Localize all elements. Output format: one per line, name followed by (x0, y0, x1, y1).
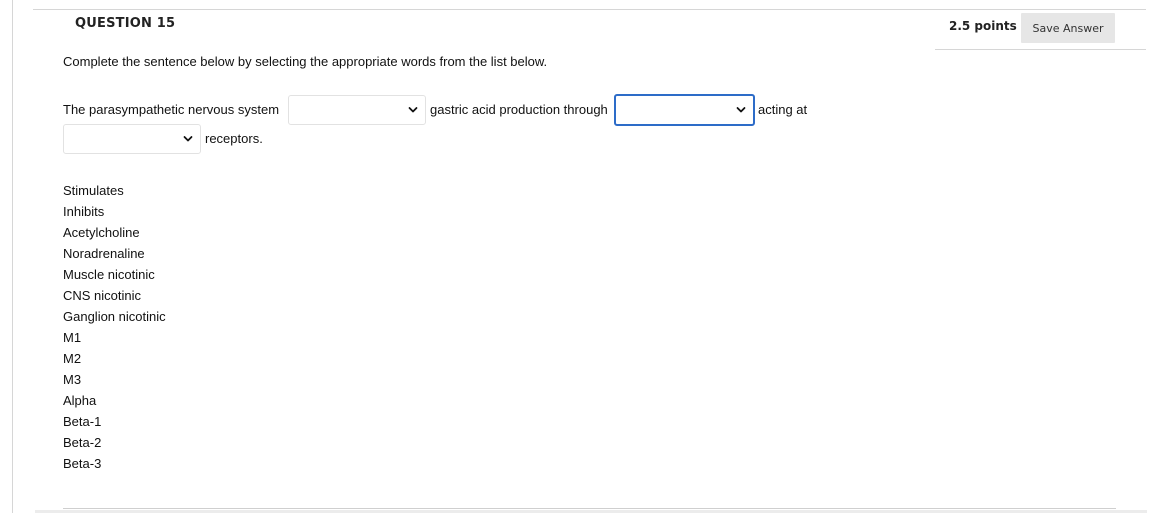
chevron-down-icon (736, 107, 746, 113)
list-item: Ganglion nicotinic (63, 309, 166, 324)
list-item: Stimulates (63, 183, 124, 198)
list-item: Noradrenaline (63, 246, 145, 261)
list-item: Beta-3 (63, 456, 102, 471)
sentence-part-1: The parasympathetic nervous system (63, 102, 280, 117)
word-bank-list: Stimulates Inhibits Acetylcholine Noradr… (63, 180, 166, 474)
list-item: Inhibits (63, 204, 105, 219)
list-item: M1 (63, 330, 82, 345)
sentence-part-4: receptors. (205, 131, 263, 146)
points-label: 2.5 points (949, 19, 1017, 33)
sentence-part-3: acting at (758, 102, 808, 117)
list-item: M3 (63, 372, 82, 387)
list-item: M2 (63, 351, 82, 366)
answer-select-1[interactable] (288, 95, 426, 125)
sentence-part-2: gastric acid production through (430, 102, 608, 117)
chevron-down-icon (408, 107, 418, 113)
question-page: QUESTION 15 2.5 points Save Answer Compl… (0, 0, 1173, 513)
chevron-down-icon (183, 136, 193, 142)
question-title: QUESTION 15 (75, 16, 176, 31)
list-item: Acetylcholine (63, 225, 140, 240)
list-item: CNS nicotinic (63, 288, 142, 303)
list-item: Beta-2 (63, 435, 102, 450)
list-item: Muscle nicotinic (63, 267, 155, 282)
left-divider (12, 0, 13, 513)
list-item: Beta-1 (63, 414, 102, 429)
save-answer-button[interactable]: Save Answer (1021, 13, 1115, 43)
answer-select-2[interactable] (614, 94, 755, 126)
question-instruction: Complete the sentence below by selecting… (63, 54, 548, 69)
top-divider (33, 9, 1146, 10)
answer-select-3[interactable] (63, 124, 201, 154)
points-divider (935, 49, 1146, 50)
list-item: Alpha (63, 393, 97, 408)
bottom-divider (63, 508, 1116, 509)
